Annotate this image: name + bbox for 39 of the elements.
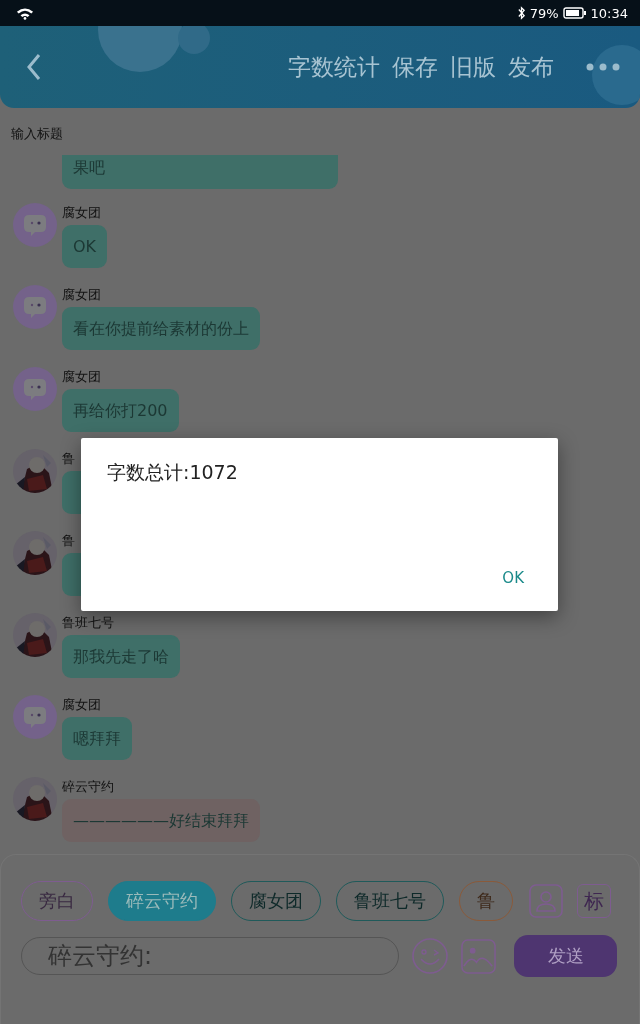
wifi-icon xyxy=(16,6,34,20)
chat-avatar-icon xyxy=(13,695,57,739)
header-action[interactable]: 保存 xyxy=(388,51,442,83)
sender-name: 鲁 xyxy=(62,451,76,467)
battery-percent: 79% xyxy=(529,5,559,21)
circle-decoration xyxy=(592,45,640,105)
sender-name: 腐女团 xyxy=(62,369,102,385)
status-time: 10:34 xyxy=(590,5,628,21)
more-icon[interactable] xyxy=(586,63,620,71)
ok-button[interactable]: OK xyxy=(498,565,528,591)
sender-name: 鲁班七号 xyxy=(62,615,115,631)
battery-icon xyxy=(562,7,587,19)
role-chip[interactable]: 旁白 xyxy=(21,881,93,921)
sender-name: 碎云守约 xyxy=(62,779,115,795)
tag-button[interactable]: 标 xyxy=(577,884,611,918)
image-icon[interactable] xyxy=(461,938,496,974)
role-chip[interactable]: 腐女团 xyxy=(231,881,321,921)
chat-avatar-icon xyxy=(13,285,57,329)
sender-name: 腐女团 xyxy=(62,205,102,221)
message-bubble: ——————好结束拜拜 xyxy=(62,799,260,842)
back-icon[interactable] xyxy=(26,53,42,81)
person-icon[interactable] xyxy=(529,884,563,918)
dialog-message: 字数总计:1072 xyxy=(107,461,238,483)
sender-name: 腐女团 xyxy=(62,287,102,303)
bluetooth-icon xyxy=(516,6,526,20)
role-chip[interactable]: 鲁 xyxy=(459,881,513,921)
role-chip[interactable]: 鲁班七号 xyxy=(336,881,444,921)
title-field[interactable]: 输入标题 xyxy=(11,123,311,143)
header-action[interactable]: 旧版 xyxy=(446,51,500,83)
message-input[interactable]: 碎云守约: xyxy=(21,937,399,975)
chat-avatar-icon xyxy=(13,367,57,411)
sender-name: 腐女团 xyxy=(62,697,102,713)
header-action[interactable]: 字数统计 xyxy=(284,51,384,83)
chat-avatar-icon xyxy=(13,203,57,247)
emoji-icon[interactable] xyxy=(411,937,449,975)
header-action[interactable]: 发布 xyxy=(504,51,558,83)
role-chip[interactable]: 碎云守约 xyxy=(108,881,216,921)
sender-name: 鲁 xyxy=(62,533,76,549)
send-button[interactable]: 发送 xyxy=(514,935,617,977)
